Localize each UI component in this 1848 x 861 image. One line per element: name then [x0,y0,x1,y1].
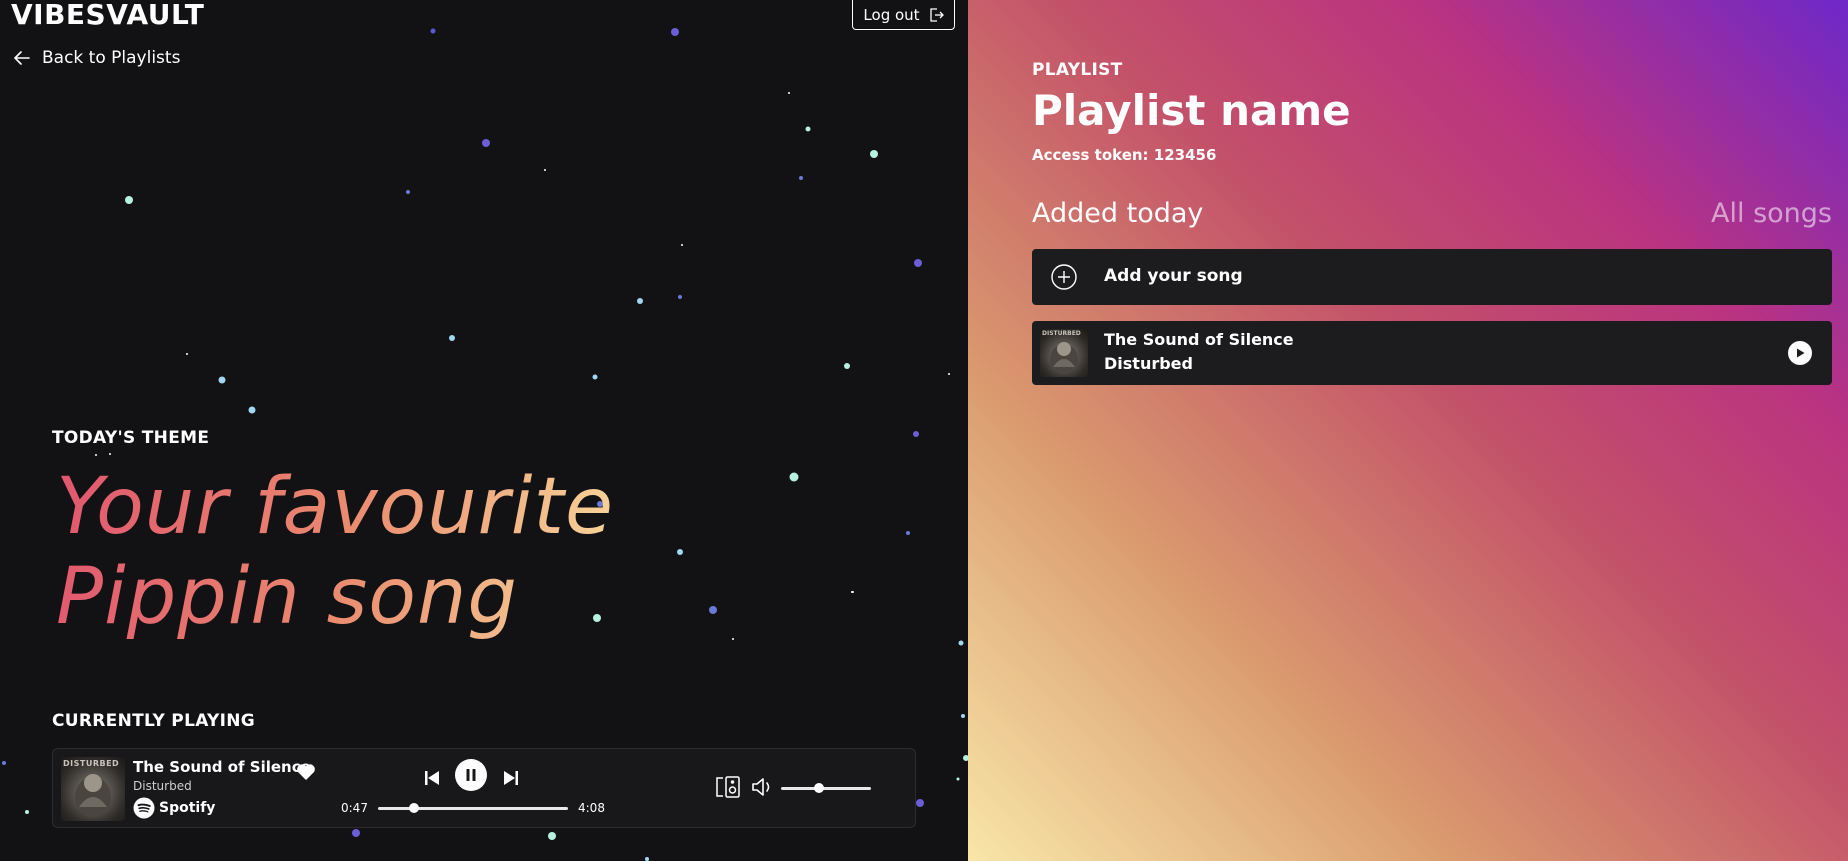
theme-title: Your favourite Pippin song [56,462,776,642]
spotify-link[interactable]: Spotify [133,797,215,819]
star-dot [788,92,790,94]
star-dot [592,374,598,380]
volume-slider[interactable] [781,783,871,793]
star-dot [958,640,964,646]
star-dot [430,28,436,34]
next-button[interactable] [502,769,520,791]
add-song-button[interactable]: Add your song [1032,249,1832,305]
track-title[interactable]: The Sound of Silence [133,758,311,776]
connect-device-icon [716,776,740,798]
star-dot [681,244,683,246]
track-artist[interactable]: Disturbed [133,779,192,793]
logout-icon [929,7,944,22]
tab-added-today[interactable]: Added today [1032,198,1203,229]
spotify-label: Spotify [159,800,216,816]
mute-button[interactable] [751,776,775,802]
list-item[interactable]: DISTURBED The Sound of Silence Disturbed [1032,321,1832,385]
playlist-label: PLAYLIST [1032,60,1123,80]
star-dot [352,829,360,837]
star-dot [186,353,188,355]
star-dot [218,376,226,384]
star-dot [109,453,111,455]
song-title: The Sound of Silence [1104,330,1294,349]
skip-previous-icon [425,771,439,785]
theme-title-line-1: Your favourite [56,462,614,552]
star-dot [956,777,960,781]
playlist-name: Playlist name [1032,86,1351,135]
total-time: 4:08 [578,801,605,815]
app-logo[interactable]: VIBESVAULT [11,0,204,30]
star-dot [548,832,556,840]
arrow-left-icon [14,51,30,65]
song-artist: Disturbed [1104,354,1193,373]
star-dot [913,431,919,437]
volume-icon [752,778,770,796]
skip-next-icon [504,771,518,785]
star-dot [671,28,679,36]
star-dot [645,857,649,861]
currently-playing-label: CURRENTLY PLAYING [52,711,256,731]
star-dot [961,714,965,718]
like-button[interactable] [296,763,316,785]
device-picker-button[interactable] [715,775,741,803]
play-icon [1797,348,1805,358]
star-dot [125,196,133,204]
logout-button[interactable]: Log out [852,0,955,30]
playlist-panel: PLAYLIST Playlist name Access token: 123… [968,0,1848,861]
star-dot [637,298,643,304]
play-song-button[interactable] [1788,341,1812,365]
current-time: 0:47 [341,801,368,815]
star-dot [95,454,97,456]
logout-label: Log out [863,5,920,24]
play-pause-button[interactable] [455,759,487,791]
album-art-text: DISTURBED [1042,330,1081,337]
star-dot [25,810,29,814]
theme-label: TODAY'S THEME [52,428,210,448]
previous-button[interactable] [423,769,441,791]
star-dot [906,531,910,535]
now-playing-bar: DISTURBED The Sound of Silence Disturbed… [52,748,916,828]
star-dot [870,150,878,158]
star-dot [789,472,799,482]
star-dot [544,169,546,171]
back-label: Back to Playlists [42,48,181,68]
volume-handle[interactable] [813,783,824,793]
star-dot [248,406,256,414]
star-dot [916,799,924,807]
star-dot [678,295,682,299]
progress-handle[interactable] [409,803,420,813]
spotify-icon [133,797,155,819]
pause-icon [466,769,476,781]
plus-circle-icon [1051,264,1077,290]
star-dot [406,190,410,194]
star-dot [2,761,6,765]
theme-title-line-2: Pippin song [56,552,518,642]
star-dot [948,373,950,375]
heart-icon [297,764,315,780]
star-dot [844,363,850,369]
star-dot [852,591,854,593]
progress-bar[interactable] [378,803,568,813]
tab-all-songs[interactable]: All songs [1711,198,1832,229]
theme-panel: VIBESVAULT Log out Back to Playlists TOD… [0,0,968,861]
album-art: DISTURBED [1040,329,1088,377]
add-song-label: Add your song [1104,266,1243,286]
album-art: DISTURBED [61,757,125,821]
star-dot [449,335,455,341]
album-art-text: DISTURBED [63,759,120,768]
star-dot [482,139,490,147]
star-dot [799,176,803,180]
back-to-playlists-link[interactable]: Back to Playlists [14,48,180,68]
star-dot [914,259,922,267]
star-dot [805,126,811,132]
access-token: Access token: 123456 [1032,146,1217,164]
